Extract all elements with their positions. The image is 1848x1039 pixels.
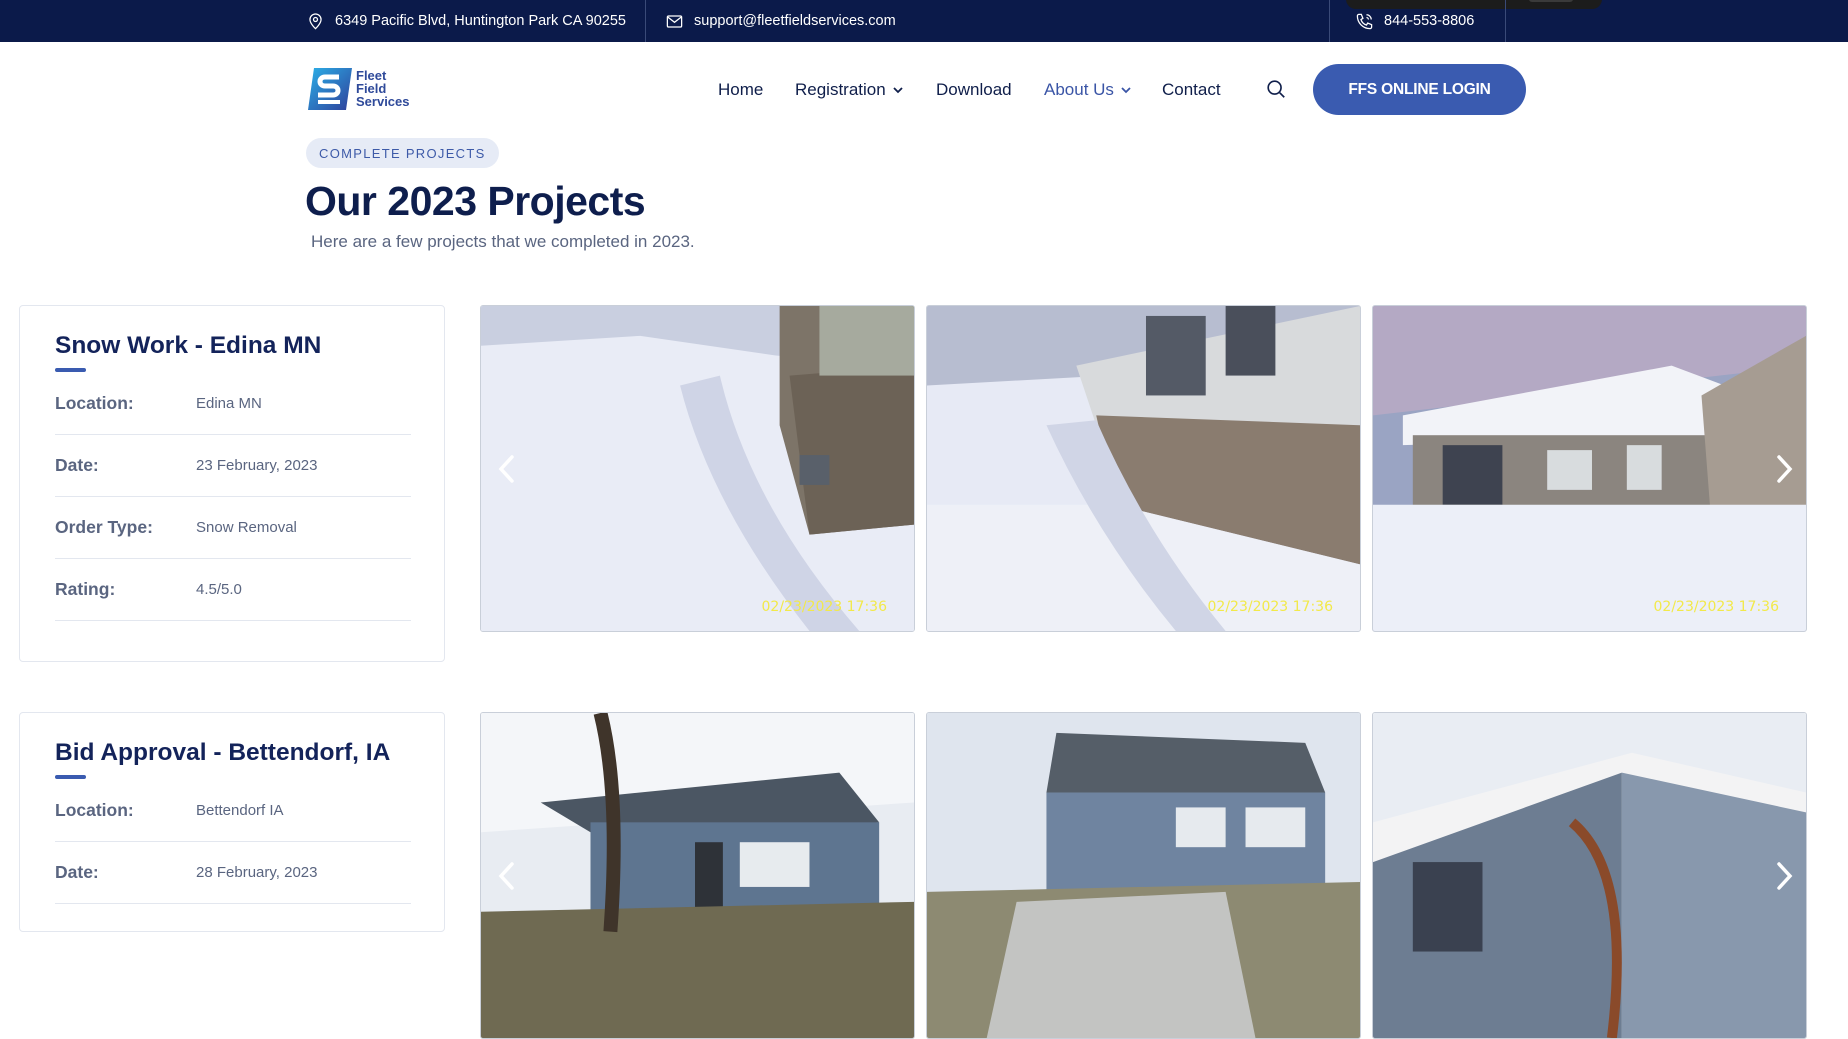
location-pin-icon bbox=[309, 12, 322, 29]
project-card: Snow Work - Edina MN Location: Edina MN D… bbox=[19, 305, 445, 662]
title-underline bbox=[55, 368, 86, 372]
house-photo-image bbox=[481, 713, 914, 1038]
online-login-button[interactable]: FFS ONLINE LOGIN bbox=[1313, 64, 1526, 115]
company-logo[interactable]: Fleet Field Services bbox=[306, 64, 416, 114]
house-photo-image bbox=[1373, 713, 1806, 1038]
phone-item[interactable]: 844-553-8806 bbox=[1355, 0, 1474, 42]
address-item: 6349 Pacific Blvd, Huntington Park CA 90… bbox=[306, 0, 626, 42]
divider bbox=[1329, 0, 1330, 42]
section-badge: COMPLETE PROJECTS bbox=[306, 138, 499, 168]
divider bbox=[1505, 0, 1506, 42]
chevron-down-icon bbox=[893, 87, 903, 94]
detail-label: Date: bbox=[55, 862, 99, 882]
detail-row: Order Type: Snow Removal bbox=[55, 497, 411, 559]
project-card: Bid Approval - Bettendorf, IA Location: B… bbox=[19, 712, 445, 932]
logo-text: Fleet Field Services bbox=[356, 68, 410, 109]
chevron-left-icon[interactable] bbox=[492, 449, 522, 489]
mail-icon bbox=[666, 14, 683, 28]
page-title: Our 2023 Projects bbox=[305, 178, 646, 224]
detail-value: 23 February, 2023 bbox=[196, 457, 318, 474]
detail-label: Location: bbox=[55, 800, 134, 820]
snow-scene-image bbox=[481, 306, 914, 631]
chevron-right-icon[interactable] bbox=[1769, 856, 1799, 896]
detail-value: Snow Removal bbox=[196, 519, 297, 536]
address-text: 6349 Pacific Blvd, Huntington Park CA 90… bbox=[335, 13, 626, 29]
email-item[interactable]: support@fleetfieldservices.com bbox=[665, 0, 896, 42]
chevron-right-icon[interactable] bbox=[1769, 449, 1799, 489]
detail-label: Date: bbox=[55, 455, 99, 475]
phone-icon bbox=[1356, 13, 1373, 29]
email-link[interactable]: support@fleetfieldservices.com bbox=[694, 13, 896, 29]
project-gallery: 02/23/2023 17:36 02/23/2023 17:36 02/23/… bbox=[480, 305, 1807, 632]
house-photo-image bbox=[927, 713, 1360, 1038]
detail-label: Location: bbox=[55, 393, 134, 413]
chevron-left-icon[interactable] bbox=[492, 856, 522, 896]
detail-row: Date: 28 February, 2023 bbox=[55, 842, 411, 904]
project-photo[interactable] bbox=[926, 712, 1361, 1039]
project-title: Bid Approval - Bettendorf, IA bbox=[55, 739, 391, 766]
logo-mark bbox=[308, 68, 352, 110]
photo-timestamp: 02/23/2023 17:36 bbox=[1653, 599, 1780, 615]
search-icon[interactable] bbox=[1265, 78, 1287, 100]
snow-scene-image bbox=[1373, 306, 1806, 631]
project-photo[interactable] bbox=[480, 712, 915, 1039]
nav-download[interactable]: Download bbox=[936, 80, 1012, 100]
project-photo[interactable]: 02/23/2023 17:36 bbox=[926, 305, 1361, 632]
detail-label: Order Type: bbox=[55, 517, 153, 537]
project-photo[interactable]: 02/23/2023 17:36 bbox=[480, 305, 915, 632]
detail-value: 4.5/5.0 bbox=[196, 581, 242, 598]
detail-row: Rating: 4.5/5.0 bbox=[55, 559, 411, 621]
detail-value: Bettendorf IA bbox=[196, 802, 284, 819]
phone-link[interactable]: 844-553-8806 bbox=[1384, 13, 1474, 29]
nav-about-us[interactable]: About Us bbox=[1044, 80, 1132, 100]
project-title: Snow Work - Edina MN bbox=[55, 332, 322, 359]
divider bbox=[645, 0, 646, 42]
title-underline bbox=[55, 775, 86, 779]
detail-row: Location: Bettendorf IA bbox=[55, 780, 411, 842]
project-photo[interactable]: 02/23/2023 17:36 bbox=[1372, 305, 1807, 632]
project-photo[interactable] bbox=[1372, 712, 1807, 1039]
detail-value: Edina MN bbox=[196, 395, 262, 412]
top-info-bar: 6349 Pacific Blvd, Huntington Park CA 90… bbox=[0, 0, 1848, 42]
chevron-down-icon bbox=[1121, 87, 1131, 94]
detail-label: Rating: bbox=[55, 579, 116, 599]
detail-row: Date: 23 February, 2023 bbox=[55, 435, 411, 497]
snow-scene-image bbox=[927, 306, 1360, 631]
project-gallery bbox=[480, 712, 1807, 1039]
nav-contact[interactable]: Contact bbox=[1162, 80, 1221, 100]
photo-timestamp: 02/23/2023 17:36 bbox=[1207, 599, 1334, 615]
detail-row: Location: Edina MN bbox=[55, 373, 411, 435]
detail-value: 28 February, 2023 bbox=[196, 864, 318, 881]
page-subtitle: Here are a few projects that we complete… bbox=[311, 232, 695, 251]
nav-registration[interactable]: Registration bbox=[795, 80, 904, 100]
nav-home[interactable]: Home bbox=[718, 80, 763, 100]
photo-timestamp: 02/23/2023 17:36 bbox=[761, 599, 888, 615]
